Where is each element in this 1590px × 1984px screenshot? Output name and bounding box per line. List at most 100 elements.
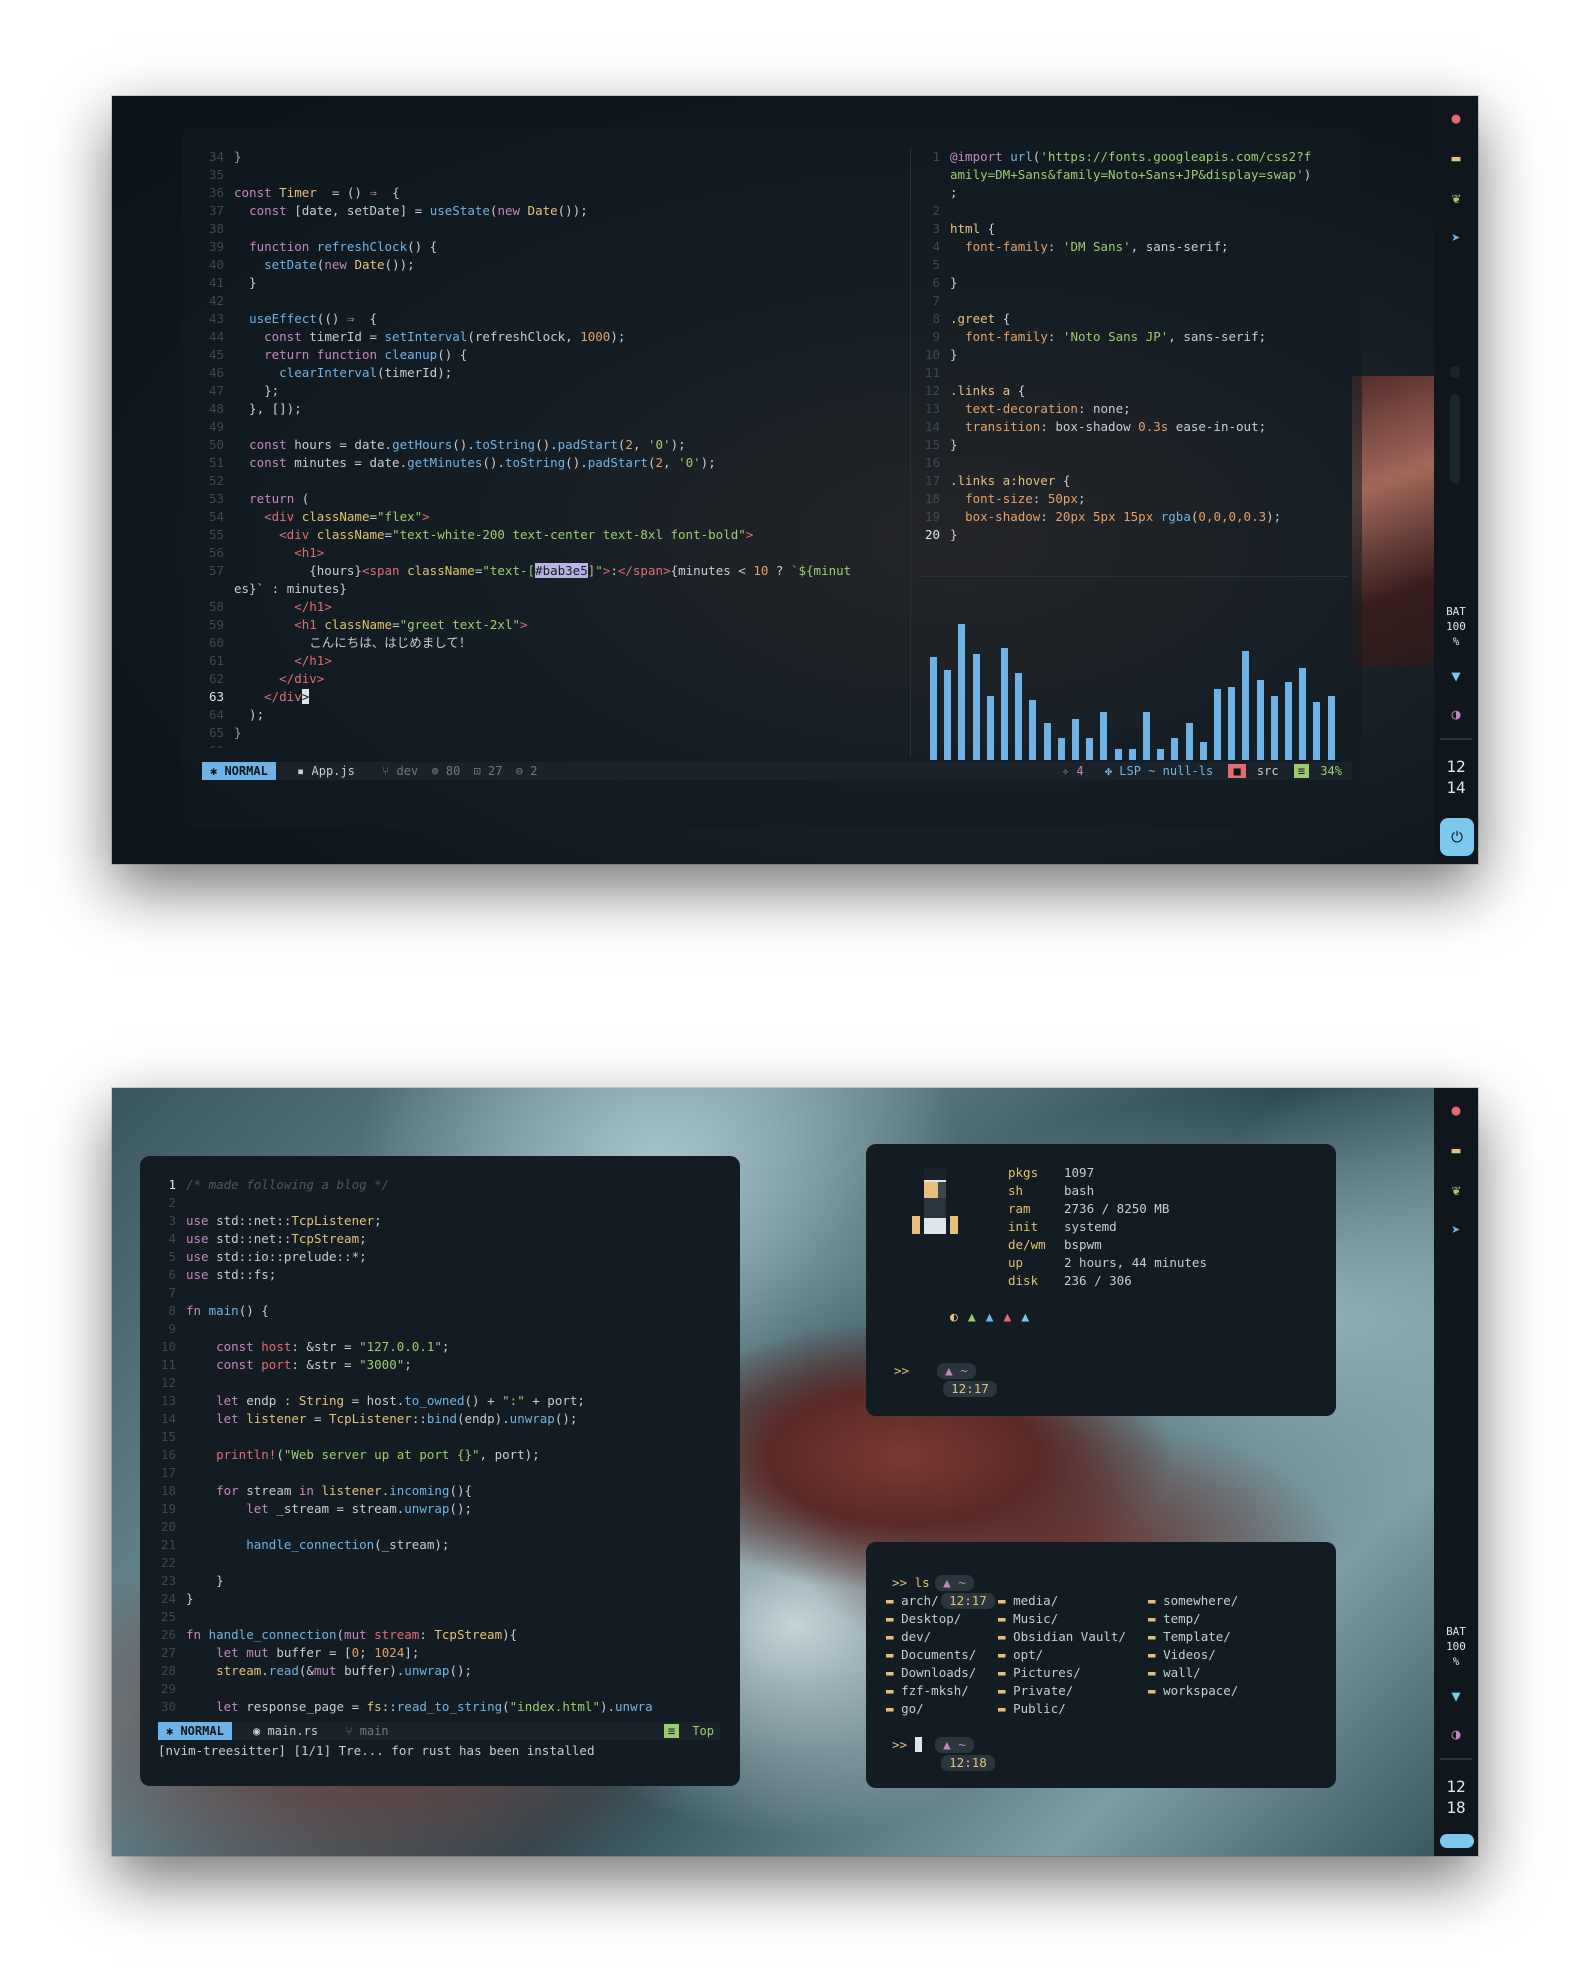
line-number: 37 [208, 203, 224, 218]
clock-minute: 18 [1446, 1798, 1466, 1817]
line-number: 59 [208, 617, 224, 632]
info-value: bash [1064, 1183, 1095, 1198]
ghost-icons: ◐▲▲▲▲ [950, 1310, 1039, 1325]
theme-toggle-icon[interactable]: ◑ [1446, 1724, 1466, 1744]
editor-window[interactable]: 34} 35 36 const Timer = () ⇒ {37 const [dat… [182, 128, 1362, 828]
wifi-icon[interactable]: ▼ [1446, 1686, 1466, 1706]
editor-pane-rust[interactable]: 1/* made following a blog */2 3 use std::n… [154, 1176, 726, 1718]
prompt-arrow: >> [894, 1363, 910, 1378]
line-number: 36 [208, 185, 224, 200]
ls-entry: ▬ media/ [998, 1593, 1059, 1608]
editor-pane-jsx[interactable]: 34} 35 36 const Timer = () ⇒ {37 const [dat… [202, 148, 902, 748]
folder-icon[interactable]: ▬ [1446, 148, 1466, 168]
ls-entry: ▬ Private/ [998, 1683, 1074, 1698]
split-divider [910, 148, 911, 758]
code-line: 42 [202, 292, 902, 310]
shell-terminal[interactable]: ▲ ~ 12:17 >> ls ▬ arch/▬ media/▬ somewhe… [866, 1542, 1336, 1788]
firefox-icon[interactable]: ● [1446, 1100, 1466, 1120]
line-number: 10 [924, 347, 940, 362]
separator [1440, 738, 1472, 740]
code-line: 1 @import url('https://fonts.googleapis.c… [918, 148, 1358, 166]
editor-pane-css[interactable]: 1 @import url('https://fonts.googleapis.c… [918, 148, 1358, 568]
line-number: 2 [932, 203, 940, 218]
info-key: sh [1008, 1183, 1024, 1198]
code-line: 40 setDate(new Date()); [202, 256, 902, 274]
code-line: 44 const timerId = setInterval(refreshCl… [202, 328, 902, 346]
code-line: 41 } [202, 274, 902, 292]
visualizer-bar [1157, 749, 1165, 760]
code-line: 46 clearInterval(timerId); [202, 364, 902, 382]
cwd: src [1256, 764, 1279, 778]
line-number: 14 [160, 1411, 176, 1426]
folder-icon: ▬ [886, 1647, 902, 1662]
prompt-arrow[interactable]: >> _ [892, 1736, 923, 1754]
folder-icon: ▬ [998, 1701, 1014, 1716]
code-line: 61 </h1> [202, 652, 902, 670]
battery-indicator: BAT 100 % [1446, 605, 1466, 648]
visualizer-bar [972, 654, 980, 760]
folder-icon: ▬ [886, 1665, 902, 1680]
leaf-icon[interactable]: ❦ [1446, 188, 1466, 208]
ghost-icon: ▲ [1003, 1310, 1022, 1325]
info-key: pkgs [1008, 1165, 1039, 1180]
power-icon[interactable]: ⏻ [1440, 818, 1474, 856]
power-button[interactable] [1440, 1834, 1474, 1848]
visualizer-bar [1270, 696, 1278, 760]
visualizer-bar [958, 624, 966, 760]
folder-icon: ▬ [1148, 1665, 1164, 1680]
visualizer-bar [1214, 689, 1221, 760]
prompt-line: ▲ ~ 12:18 [890, 1718, 995, 1790]
folder-icon[interactable]: ▬ [1446, 1140, 1466, 1160]
side-panel: ● ▬ ❦ ➤ BAT 100 % ▼ ◑ 12 18 [1434, 1088, 1478, 1856]
code-line: 59 <h1 className="greet text-2xl"> [202, 616, 902, 634]
code-line: 15 [154, 1428, 726, 1446]
ls-row: ▬ fzf-mksh/ ▬ Private/ ▬ workspace/ [886, 1682, 1326, 1700]
ls-entry: ▬ Music/ [998, 1611, 1059, 1626]
ls-row: ▬ Documents/ ▬ opt/ ▬ Videos/ [886, 1646, 1326, 1664]
code-line: 10 const host: &str = "127.0.0.1"; [154, 1338, 726, 1356]
line-number: 61 [208, 653, 224, 668]
editor-window[interactable]: 1/* made following a blog */2 3 use std::n… [140, 1156, 740, 1786]
prompt-user: ▲ ~ [937, 1363, 976, 1379]
slider-knob[interactable] [1450, 366, 1460, 378]
visualizer-bar [944, 670, 952, 760]
leaf-icon[interactable]: ❦ [1446, 1180, 1466, 1200]
line-number: 62 [208, 671, 224, 686]
pacman-icon: ◐ [950, 1310, 968, 1325]
line-number: 23 [160, 1573, 176, 1588]
line-number: 24 [160, 1591, 176, 1606]
code-line: 36 const Timer = () ⇒ { [202, 184, 902, 202]
line-number: 57 [208, 563, 224, 578]
folder-icon: ▬ [1148, 1683, 1164, 1698]
line-number: 9 [932, 329, 940, 344]
line-number: 11 [924, 365, 940, 380]
line-number: 53 [208, 491, 224, 506]
info-row: init systemd [1008, 1218, 1207, 1236]
line-number: 56 [208, 545, 224, 560]
theme-toggle-icon[interactable]: ◑ [1446, 704, 1466, 724]
code-line: 28 stream.read(&mut buffer).unwrap(); [154, 1662, 726, 1680]
ghost-icon: ▲ [985, 1310, 1004, 1325]
line-number: 30 [160, 1699, 176, 1714]
code-line: 6 use std::fs; [154, 1266, 726, 1284]
line-number: 6 [932, 275, 940, 290]
code-line: 3 html { [918, 220, 1358, 238]
info-key: init [1008, 1219, 1039, 1234]
ls-entry: ▬ Template/ [1148, 1629, 1231, 1644]
telegram-icon[interactable]: ➤ [1446, 1220, 1466, 1240]
prompt-line: ▲ ~ 12:17 [892, 1344, 997, 1416]
ls-entry: ▬ Documents/ [886, 1647, 977, 1662]
wifi-icon[interactable]: ▼ [1446, 666, 1466, 686]
line-number: 8 [168, 1303, 176, 1318]
fetch-terminal[interactable]: pkgs 1097 sh bash ram 2736 / 8250 MB init syste… [866, 1144, 1336, 1416]
firefox-icon[interactable]: ● [1446, 108, 1466, 128]
line-number: 66 [202, 742, 224, 748]
code-line: 11 const port: &str = "3000"; [154, 1356, 726, 1374]
volume-slider[interactable] [1450, 394, 1460, 484]
line-number: 11 [160, 1357, 176, 1372]
info-row: ram 2736 / 8250 MB [1008, 1200, 1207, 1218]
telegram-icon[interactable]: ➤ [1446, 228, 1466, 248]
ls-entry [1148, 1700, 1308, 1718]
ls-entry: ▬ go/ [886, 1701, 924, 1716]
code-line: 9 font-family: 'Noto Sans JP', sans-seri… [918, 328, 1358, 346]
